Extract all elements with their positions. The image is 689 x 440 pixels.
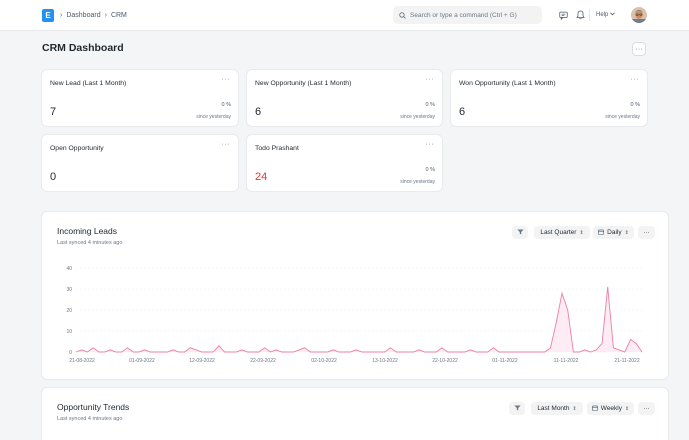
card-title: Won Opportunity (Last 1 Month) (459, 80, 556, 87)
timespan-label: Last Month (537, 405, 570, 412)
incoming-leads-chart-panel: Incoming Leads Last synced 4 minutes ago… (41, 211, 669, 380)
y-tick-label: 40 (66, 266, 72, 272)
sort-icon: ⇕ (625, 405, 630, 412)
chevron-right-icon: › (60, 12, 63, 19)
chat-icon[interactable] (557, 9, 569, 21)
card-change: 0 % (425, 167, 435, 173)
search-icon (399, 6, 406, 24)
help-label: Help (596, 12, 609, 18)
interval-label: Daily (607, 229, 622, 236)
breadcrumb: › Dashboard › CRM (60, 10, 127, 21)
sort-icon: ⇕ (579, 229, 584, 236)
card-since: since yesterday (400, 114, 435, 120)
x-tick-label: 13-10-2022 (372, 358, 398, 364)
filter-button[interactable] (509, 402, 525, 415)
sort-icon: ⇕ (624, 229, 629, 236)
chart-title: Opportunity Trends (57, 402, 130, 412)
card-change: 0 % (425, 102, 435, 108)
chevron-down-icon (610, 12, 616, 18)
calendar-icon (598, 229, 605, 237)
card-value: 6 (255, 106, 262, 118)
x-tick-label: 22-10-2022 (432, 358, 458, 364)
y-tick-label: 30 (66, 287, 72, 293)
x-tick-label: 11-11-2022 (554, 358, 579, 364)
number-card-open-opportunity[interactable]: Open Opportunity ··· 0 (41, 134, 239, 192)
number-card-todo-prashant[interactable]: Todo Prashant ··· 0 % since yesterday 24 (246, 134, 443, 192)
navbar-divider (589, 9, 590, 21)
number-card-won-opportunity[interactable]: Won Opportunity (Last 1 Month) ··· 0 % s… (450, 69, 648, 127)
y-tick-label: 10 (66, 329, 72, 335)
card-value: 24 (255, 171, 268, 183)
card-since: since yesterday (196, 114, 231, 120)
timespan-select[interactable]: Last Quarter ⇕ (534, 226, 590, 239)
x-tick-label: 01-09-2022 (129, 358, 155, 364)
number-card-new-opportunity[interactable]: New Opportunity (Last 1 Month) ··· 0 % s… (246, 69, 443, 127)
navbar: E › Dashboard › CRM Help (0, 0, 689, 31)
y-tick-label: 20 (66, 308, 72, 314)
x-tick-label: 21-11-2022 (614, 358, 639, 364)
card-value: 0 (50, 171, 57, 183)
last-synced-text: Last synced 4 minutes ago (57, 416, 123, 422)
timespan-label: Last Quarter (540, 229, 577, 236)
number-card-new-lead[interactable]: New Lead (Last 1 Month) ··· 0 % since ye… (41, 69, 239, 127)
last-synced-text: Last synced 4 minutes ago (57, 240, 123, 246)
interval-select[interactable]: Weekly ⇕ (587, 402, 634, 415)
card-since: since yesterday (605, 114, 640, 120)
chart-title: Incoming Leads (57, 226, 118, 236)
bell-icon[interactable] (574, 9, 586, 21)
chevron-right-icon: › (104, 12, 107, 19)
card-menu-button[interactable]: ··· (426, 141, 435, 148)
breadcrumb-dashboard[interactable]: Dashboard (66, 12, 100, 19)
sort-icon: ⇕ (572, 405, 577, 412)
page-menu-button[interactable]: ··· (632, 42, 646, 56)
user-avatar[interactable] (631, 7, 647, 23)
timespan-select[interactable]: Last Month ⇕ (531, 402, 583, 415)
card-change: 0 % (221, 102, 231, 108)
card-menu-button[interactable]: ··· (426, 76, 435, 83)
card-since: since yesterday (400, 179, 435, 185)
chart-menu-button[interactable]: ··· (638, 402, 655, 415)
x-tick-label: 02-10-2022 (311, 358, 337, 364)
breadcrumb-crm[interactable]: CRM (111, 12, 127, 19)
card-title: New Lead (Last 1 Month) (50, 80, 127, 87)
card-value: 6 (459, 106, 466, 118)
chart-menu-button[interactable]: ··· (638, 226, 655, 239)
card-title: Todo Prashant (255, 145, 299, 152)
help-dropdown[interactable]: Help (596, 9, 616, 21)
card-title: New Opportunity (Last 1 Month) (255, 80, 352, 87)
card-menu-button[interactable]: ··· (222, 141, 231, 148)
search-input[interactable] (410, 11, 540, 19)
filter-icon (513, 405, 521, 413)
filter-icon (516, 229, 524, 237)
search-bar[interactable] (393, 6, 542, 24)
card-title: Open Opportunity (50, 145, 104, 152)
x-tick-label: 21-08-2022 (69, 358, 95, 364)
card-menu-button[interactable]: ··· (222, 76, 231, 83)
x-tick-label: 22-09-2022 (250, 358, 276, 364)
app-logo[interactable]: E (42, 9, 54, 22)
x-tick-label: 12-09-2022 (189, 358, 215, 364)
card-change: 0 % (630, 102, 640, 108)
x-tick-label: 01-11-2022 (492, 358, 517, 364)
filter-button[interactable] (512, 226, 528, 239)
incoming-leads-line-chart: 0 10 20 30 40 21-08-2022 01-09-2022 12-09-2022 2… (66, 266, 643, 364)
interval-label: Weekly (600, 405, 622, 412)
opportunity-trends-chart-panel: Opportunity Trends Last synced 4 minutes… (41, 387, 669, 440)
y-tick-label: 0 (69, 350, 72, 356)
card-menu-button[interactable]: ··· (631, 76, 640, 83)
interval-select[interactable]: Daily ⇕ (593, 226, 634, 239)
card-value: 7 (50, 106, 57, 118)
page-title: CRM Dashboard (42, 42, 124, 54)
calendar-icon (591, 405, 598, 413)
